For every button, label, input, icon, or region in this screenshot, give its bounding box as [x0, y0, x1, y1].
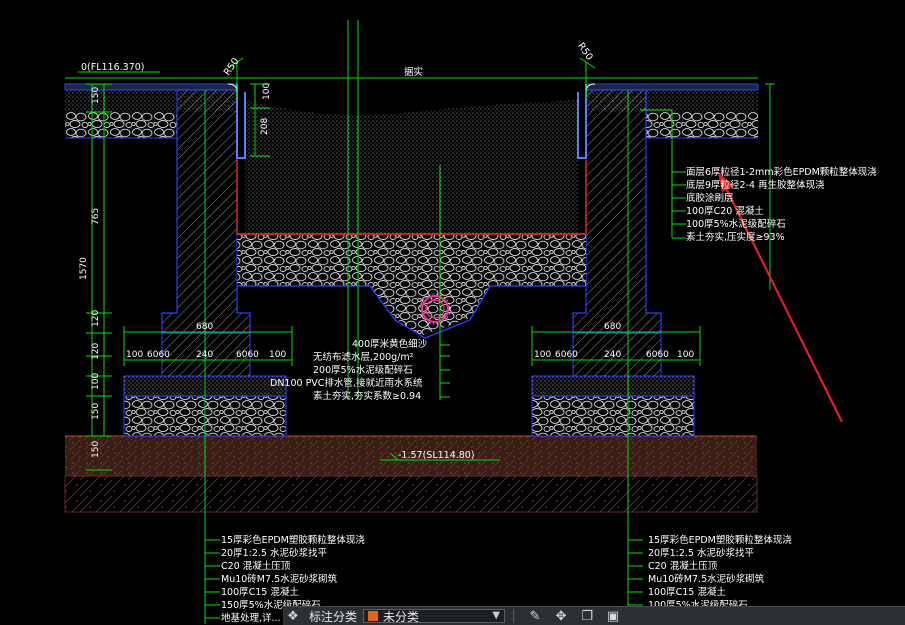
- bottom-left-note-2: 20厚1:2.5 水泥砂浆找平: [221, 547, 327, 559]
- left-footing-part-1: 100: [126, 350, 143, 360]
- left-dim-3: 1570: [79, 257, 89, 280]
- center-note-4: DN100 PVC排水管,接就近雨水系统: [270, 377, 423, 389]
- subgrade-layer: [64, 475, 758, 513]
- left-dim-7: 150: [91, 403, 101, 420]
- center-note-2: 无纺布滤水层,200g/m²: [313, 351, 414, 363]
- left-footing-width: 680: [196, 322, 213, 332]
- annotation-toolbar: ❖ 标注分类 未分类 ▼ ✎ ✥ ❐ ▣: [283, 606, 905, 625]
- left-top-stones: [65, 112, 177, 138]
- right-footing-part-1: 100: [534, 350, 551, 360]
- annotation-category-label: 标注分类: [309, 609, 358, 624]
- top-dim-label: 据实: [404, 66, 423, 78]
- annotation-category-select[interactable]: 未分类 ▼: [363, 609, 506, 624]
- center-note-1: 400厚米黄色细沙: [352, 338, 428, 350]
- left-footing-part-4: 6060: [236, 350, 259, 360]
- bottom-left-note-5: 100厚C15 混凝土: [221, 586, 299, 598]
- left-footing-part-2: 6060: [147, 350, 170, 360]
- right-footing-gravel: [531, 395, 695, 437]
- edit-pen-icon[interactable]: ✎: [522, 608, 548, 624]
- right-footing-part-3: 240: [604, 350, 621, 360]
- category-select-value: 未分类: [383, 609, 420, 624]
- right-top-surface: [585, 83, 759, 91]
- right-note-2: 底层9厚粒径2-4 再生胶整体现浇: [686, 179, 825, 191]
- left-edge-curb: [236, 84, 246, 159]
- bottom-right-note-2: 20厚1:2.5 水泥砂浆找平: [648, 547, 754, 559]
- category-color-swatch: [368, 611, 379, 621]
- copy-icon[interactable]: ❐: [574, 608, 600, 624]
- top-level-label: 0(FL116.370): [81, 62, 145, 73]
- left-dim-1: 150: [91, 87, 101, 104]
- right-note-6: 素土夯实,压实度≥93%: [686, 231, 785, 243]
- center-note-5: 素土夯实,夯实系数≥0.94: [313, 390, 421, 402]
- bottom-left-note-4: Mu10砖M7.5水泥砂浆砌筑: [221, 573, 338, 585]
- right-note-3: 底胶涂刷层: [686, 192, 734, 204]
- paste-icon[interactable]: ▣: [600, 608, 626, 624]
- left-dim-4: 120: [91, 310, 101, 327]
- cad-drawing-canvas[interactable]: 0(FL116.370) R50 R50 据实 100 208 150 765 15…: [0, 0, 905, 624]
- bottom-left-note-7: 地基处理,详...: [221, 612, 281, 624]
- left-dim-5: 120: [91, 343, 101, 360]
- center-note-3: 200厚5%水泥级配碎石: [313, 364, 413, 376]
- right-note-4: 100厚C20 混凝土: [686, 205, 764, 217]
- right-footing-part-5: 100: [677, 350, 694, 360]
- right-note-1: 面层6厚粒径1-2mm彩色EPDM颗粒整体现浇: [686, 166, 877, 178]
- bottom-right-note-1: 15厚彩色EPDM塑胶颗粒整体现浇: [648, 534, 792, 546]
- bottom-level-label: -1.57(SL114.80): [398, 450, 475, 461]
- bottom-left-note-1: 15厚彩色EPDM塑胶颗粒整体现浇: [221, 534, 365, 546]
- right-footing-part-4: 6060: [646, 350, 669, 360]
- right-footing-part-2: 6060: [555, 350, 578, 360]
- left-footing-part-5: 100: [269, 350, 286, 360]
- right-edge-curb: [577, 84, 587, 159]
- sand-layer: [245, 100, 578, 234]
- dim-208-label: 208: [260, 118, 270, 135]
- r50-right-label: R50: [575, 41, 595, 63]
- left-footing-part-3: 240: [196, 350, 213, 360]
- layers-icon[interactable]: ❖: [283, 608, 303, 624]
- left-dim-6: 100: [91, 373, 101, 390]
- bottom-left-note-3: C20 混凝土压顶: [221, 560, 291, 572]
- dim-100-label: 100: [262, 83, 272, 100]
- bottom-right-note-4: Mu10砖M7.5水泥砂浆砌筑: [648, 573, 765, 585]
- move-icon[interactable]: ✥: [548, 608, 574, 624]
- left-dim-2: 765: [91, 208, 101, 225]
- left-dim-8: 150: [91, 441, 101, 458]
- bottom-right-note-5: 100厚C15 混凝土: [648, 586, 726, 598]
- r50-left-label: R50: [222, 56, 242, 78]
- chevron-down-icon: ▼: [492, 610, 501, 621]
- right-note-5: 100厚5%水泥级配碎石: [686, 218, 786, 230]
- right-footing-width: 680: [604, 322, 621, 332]
- toolbar-divider: [513, 609, 515, 623]
- right-top-stones: [646, 112, 758, 138]
- bottom-right-note-3: C20 混凝土压顶: [648, 560, 718, 572]
